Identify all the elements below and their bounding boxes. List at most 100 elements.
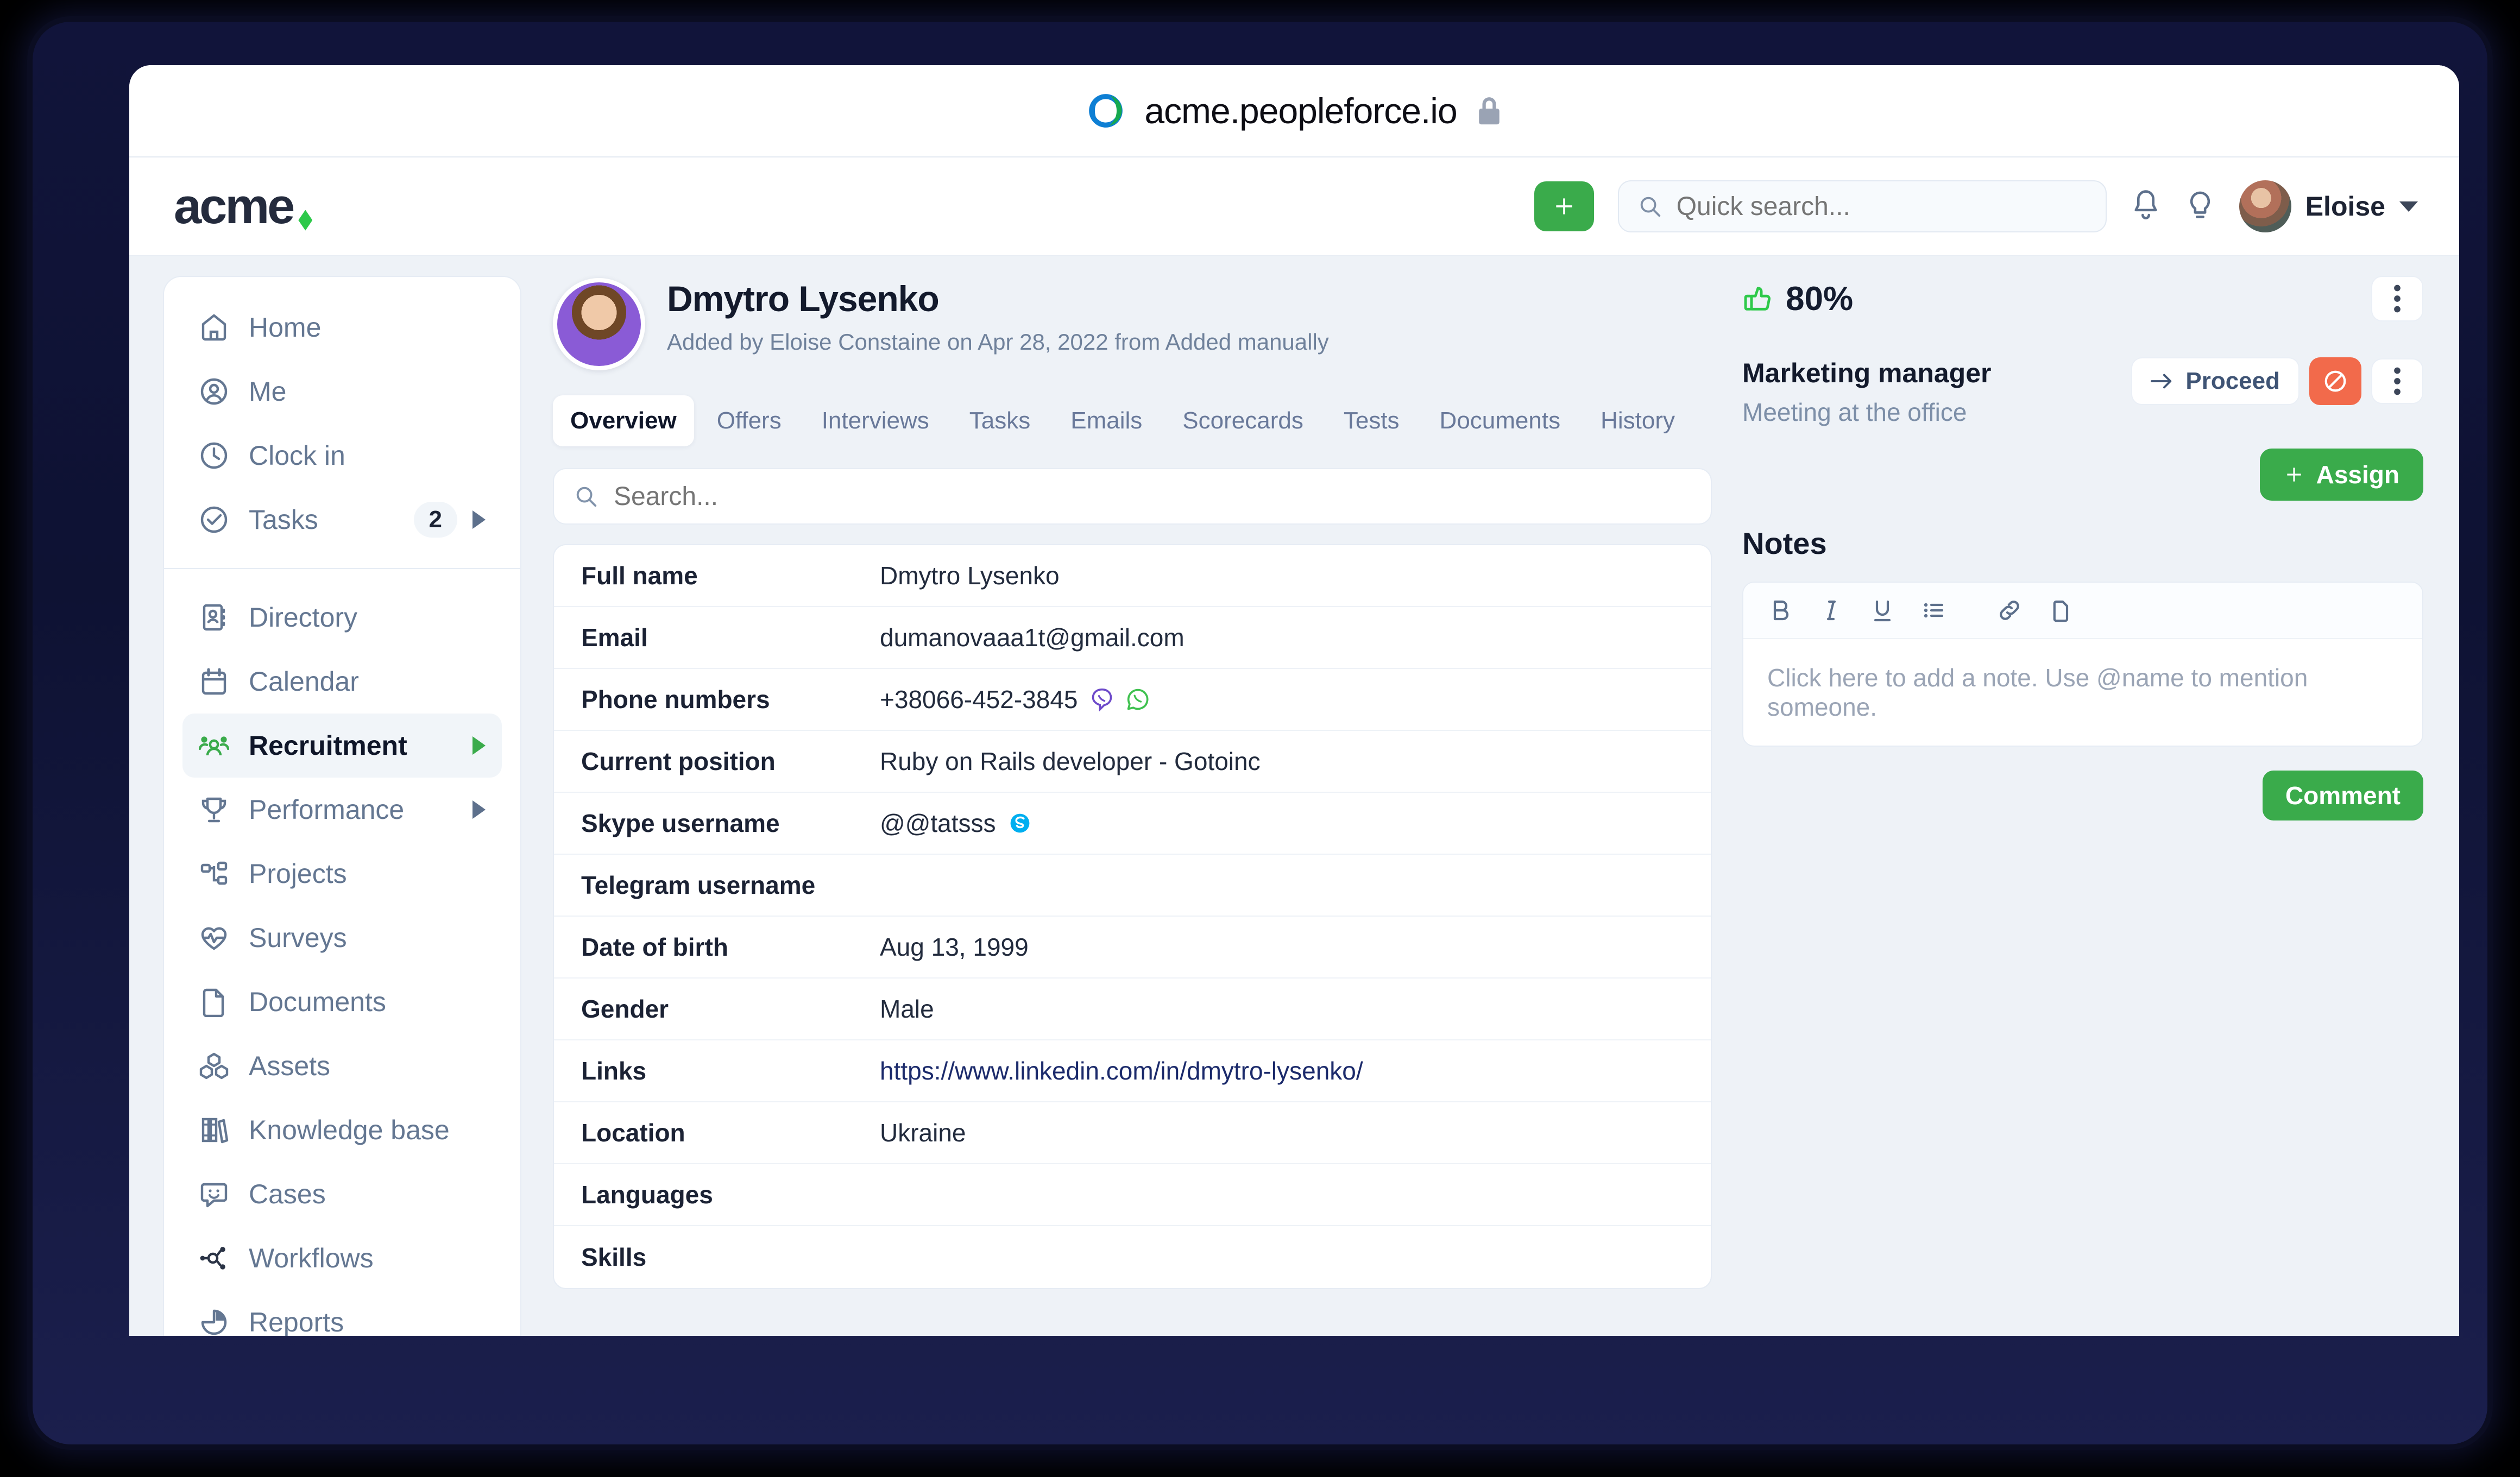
- table-row: Telegram username: [554, 855, 1711, 917]
- help-button[interactable]: [2185, 189, 2215, 224]
- sidebar-item-label: Clock in: [249, 440, 345, 471]
- note-input[interactable]: Click here to add a note. Use @name to m…: [1743, 639, 2422, 746]
- acme-logo-text: acme: [174, 178, 295, 234]
- table-row: Skills: [554, 1226, 1711, 1288]
- reject-button[interactable]: [2309, 357, 2361, 405]
- sidebar: Home Me Clock in Tasks 2 Directory Calendar Re…: [163, 276, 521, 1336]
- detail-value-text: Ukraine: [880, 1119, 966, 1147]
- sidebar-item-me[interactable]: Me: [182, 359, 502, 424]
- sidebar-item-label: Surveys: [249, 923, 347, 953]
- comment-button[interactable]: Comment: [2262, 771, 2423, 820]
- bullet-list-icon[interactable]: [1920, 597, 1946, 623]
- check-circle-icon: [199, 504, 229, 535]
- table-row: Email dumanovaaa1t@gmail.com: [554, 607, 1711, 669]
- tab-interviews[interactable]: Interviews: [804, 395, 947, 446]
- plus-icon: [1556, 198, 1572, 214]
- sidebar-group-personal: Home Me Clock in Tasks 2: [164, 295, 520, 552]
- sidebar-item-tasks[interactable]: Tasks 2: [182, 488, 502, 552]
- job-more-options-button[interactable]: [2371, 358, 2423, 404]
- clock-icon: [199, 440, 229, 471]
- table-row: Phone numbers +38066-452-3845: [554, 669, 1711, 731]
- candidate-main: Dmytro Lysenko Added by Eloise Constaine…: [521, 276, 1742, 1336]
- chevron-right-icon: [472, 800, 486, 819]
- sidebar-item-cases[interactable]: Cases: [182, 1162, 502, 1226]
- sidebar-item-directory[interactable]: Directory: [182, 585, 502, 649]
- tab-emails[interactable]: Emails: [1053, 395, 1160, 446]
- tab-history[interactable]: History: [1583, 395, 1692, 446]
- detail-value-text: https://www.linkedin.com/in/dmytro-lysen…: [880, 1057, 1363, 1085]
- detail-value-text: +38066-452-3845: [880, 685, 1078, 714]
- sidebar-item-surveys[interactable]: Surveys: [182, 906, 502, 970]
- tab-offers[interactable]: Offers: [700, 395, 799, 446]
- table-row: Gender Male: [554, 979, 1711, 1040]
- tab-tests[interactable]: Tests: [1326, 395, 1417, 446]
- bell-icon: [2134, 190, 2157, 219]
- detail-value: +38066-452-3845: [880, 685, 1150, 714]
- sidebar-item-home[interactable]: Home: [182, 295, 502, 359]
- workflow-nodes-icon: [199, 1243, 229, 1273]
- skype-icon[interactable]: [1008, 811, 1032, 835]
- browser-screen: acme.peopleforce.io acme Quick search...…: [129, 65, 2459, 1336]
- sidebar-item-assets[interactable]: Assets: [182, 1034, 502, 1098]
- sidebar-item-clock-in[interactable]: Clock in: [182, 424, 502, 488]
- quick-search-box[interactable]: [1617, 180, 2107, 232]
- sidebar-item-calendar[interactable]: Calendar: [182, 649, 502, 714]
- user-menu[interactable]: Eloise: [2239, 180, 2418, 232]
- table-row: Languages: [554, 1164, 1711, 1226]
- detail-value: @@tatsss: [880, 809, 1032, 838]
- pie-chart-icon: [199, 1307, 229, 1336]
- tab-overview[interactable]: Overview: [553, 395, 694, 446]
- tab-documents[interactable]: Documents: [1422, 395, 1578, 446]
- candidate-meta: Added by Eloise Constaine on Apr 28, 202…: [667, 329, 1329, 355]
- panel-more-options-button[interactable]: [2371, 276, 2423, 321]
- detail-value-text: @@tatsss: [880, 809, 996, 837]
- proceed-button[interactable]: Proceed: [2131, 357, 2300, 405]
- bold-icon[interactable]: [1767, 597, 1793, 623]
- detail-label: Full name: [581, 561, 698, 590]
- tab-scorecards[interactable]: Scorecards: [1165, 395, 1321, 446]
- plus-icon: [2286, 468, 2301, 482]
- sidebar-item-projects[interactable]: Projects: [182, 842, 502, 906]
- sidebar-item-label: Projects: [249, 859, 347, 889]
- link-icon[interactable]: [1996, 597, 2023, 623]
- chat-smile-icon: [199, 1179, 229, 1209]
- quick-search-input[interactable]: [1676, 191, 2087, 222]
- sidebar-item-label: Calendar: [249, 666, 359, 697]
- peopleforce-logo-icon: [1086, 91, 1126, 131]
- sidebar-item-workflows[interactable]: Workflows: [182, 1226, 502, 1290]
- sidebar-item-performance[interactable]: Performance: [182, 778, 502, 842]
- candidate-search-input[interactable]: [614, 481, 1691, 512]
- boxes-icon: [199, 1051, 229, 1081]
- app-header: acme Quick search... Eloise: [129, 157, 2459, 256]
- sidebar-item-recruitment[interactable]: Recruitment: [182, 714, 502, 778]
- candidate-avatar: [553, 278, 645, 370]
- sitemap-icon: [199, 859, 229, 889]
- whatsapp-icon[interactable]: [1126, 687, 1150, 711]
- app-shell: acme Quick search... Eloise Home Me Cloc…: [129, 156, 2459, 1336]
- user-name: Eloise: [2305, 191, 2385, 222]
- candidate-details-table: Full name Dmytro Lysenko Email dumanovaaa1t…: [553, 544, 1712, 1289]
- sidebar-item-reports[interactable]: Reports: [182, 1290, 502, 1336]
- detail-value-text: Aug 13, 1999: [880, 933, 1029, 961]
- create-new-button[interactable]: [1534, 181, 1594, 231]
- table-row: Current position Ruby on Rails developer …: [554, 731, 1711, 793]
- viber-icon[interactable]: [1090, 687, 1114, 712]
- tab-tasks[interactable]: Tasks: [952, 395, 1048, 446]
- attachment-icon[interactable]: [2048, 597, 2074, 623]
- acme-logo[interactable]: acme: [174, 178, 313, 235]
- detail-value: Ukraine: [880, 1118, 966, 1147]
- prohibition-icon: [2324, 370, 2346, 392]
- italic-icon[interactable]: [1818, 597, 1844, 623]
- sidebar-item-knowledge-base[interactable]: Knowledge base: [182, 1098, 502, 1162]
- document-icon: [199, 987, 229, 1017]
- notifications-button[interactable]: [2131, 189, 2161, 224]
- notes-heading: Notes: [1742, 526, 1827, 560]
- assign-button[interactable]: Assign: [2259, 449, 2423, 501]
- sidebar-item-label: Reports: [249, 1307, 344, 1336]
- underline-icon[interactable]: [1869, 597, 1895, 623]
- sidebar-item-documents[interactable]: Documents: [182, 970, 502, 1034]
- detail-value[interactable]: https://www.linkedin.com/in/dmytro-lysen…: [880, 1056, 1363, 1085]
- sidebar-item-label: Performance: [249, 794, 405, 825]
- candidate-search-box[interactable]: [553, 468, 1712, 525]
- detail-value: Ruby on Rails developer - Gotoinc: [880, 747, 1261, 776]
